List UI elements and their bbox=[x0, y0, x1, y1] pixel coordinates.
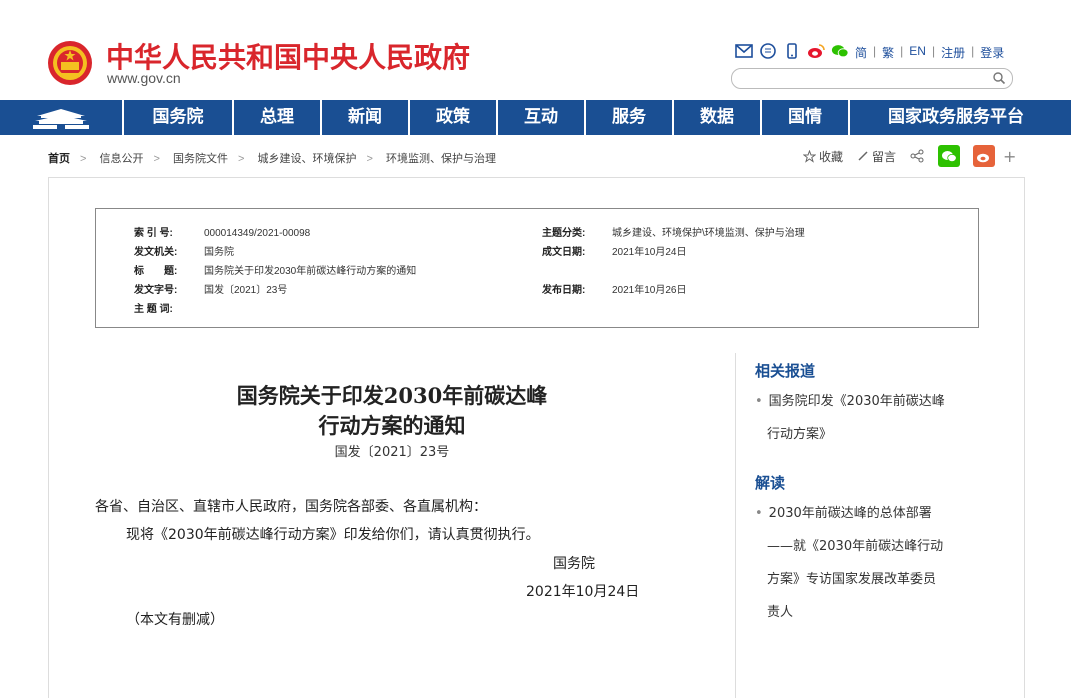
link-english[interactable]: EN bbox=[909, 44, 926, 61]
article-salutation: 各省、自治区、直辖市人民政府，国务院各部委、各直属机构： bbox=[95, 499, 487, 515]
search-input[interactable] bbox=[742, 71, 996, 91]
article-title-line1: 国务院关于印发2030年前碳达峰 bbox=[236, 383, 548, 408]
meta-published-value: 2021年10月26日 bbox=[612, 285, 687, 296]
meta-issuer-label: 发文机关: bbox=[134, 247, 178, 258]
related-link[interactable]: • 国务院印发《2030年前碳达峰 行动方案》 bbox=[755, 385, 985, 451]
meta-category-label: 主题分类: bbox=[542, 228, 586, 239]
related-link-line2: 行动方案》 bbox=[767, 427, 833, 442]
more-share-button[interactable]: + bbox=[1003, 147, 1016, 166]
link-traditional[interactable]: 繁 bbox=[882, 44, 894, 61]
main-nav: 国务院 总理 新闻 政策 互动 服务 数据 国情 国家政务服务平台 bbox=[0, 100, 1071, 135]
mail-icon[interactable] bbox=[735, 42, 753, 60]
breadcrumb-state-council-docs[interactable]: 国务院文件 bbox=[173, 153, 228, 165]
meta-index-label: 索 引 号: bbox=[134, 228, 173, 239]
national-emblem-icon bbox=[48, 41, 92, 85]
share-icon bbox=[910, 149, 924, 163]
mobile-icon[interactable] bbox=[783, 42, 801, 60]
meta-docno-value: 国发〔2021〕23号 bbox=[204, 285, 288, 296]
nav-home[interactable] bbox=[0, 100, 124, 135]
nav-news[interactable]: 新闻 bbox=[322, 100, 410, 135]
meta-index-value: 000014349/2021-00098 bbox=[204, 228, 311, 239]
meta-created-label: 成文日期: bbox=[542, 247, 586, 258]
site-url[interactable]: www.gov.cn bbox=[107, 70, 181, 86]
interp-line1: 2030年前碳达峰的总体部署 bbox=[768, 506, 932, 521]
link-register[interactable]: 注册 bbox=[941, 44, 965, 61]
weibo-icon[interactable] bbox=[807, 42, 825, 60]
breadcrumb-env-monitoring[interactable]: 环境监测、保护与治理 bbox=[386, 153, 496, 165]
meta-created-value: 2021年10月24日 bbox=[612, 247, 687, 258]
document-metadata: 索 引 号: 000014349/2021-00098 主题分类: 城乡建设、环境保… bbox=[95, 208, 979, 328]
meta-keywords-label: 主 题 词: bbox=[134, 304, 173, 315]
star-icon bbox=[803, 149, 816, 163]
breadcrumb-info-disclosure[interactable]: 信息公开 bbox=[100, 153, 144, 165]
nav-national-info[interactable]: 国情 bbox=[762, 100, 850, 135]
share-button[interactable] bbox=[910, 149, 924, 163]
interp-line2: ——就《2030年前碳达峰行动 bbox=[767, 539, 944, 554]
site-header: 中华人民共和国中央人民政府 www.gov.cn 简 | 繁 | EN | 注册 | 登… bbox=[0, 0, 1071, 100]
search-box bbox=[731, 68, 1013, 91]
related-heading: 相关报道 bbox=[755, 362, 816, 380]
wechat-share-button[interactable] bbox=[938, 145, 961, 167]
breadcrumb-home[interactable]: 首页 bbox=[48, 153, 70, 165]
nav-services[interactable]: 服务 bbox=[586, 100, 674, 135]
meta-category-value: 城乡建设、环境保护\环境监测、保护与治理 bbox=[612, 228, 805, 239]
article-title-line2: 行动方案的通知 bbox=[318, 413, 466, 438]
message-icon[interactable] bbox=[759, 42, 777, 60]
pen-icon bbox=[858, 151, 868, 161]
breadcrumb: 首页 > 信息公开 > 国务院文件 > 城乡建设、环境保护 > 环境监测、保护与治理 bbox=[48, 153, 496, 165]
breadcrumb-urban-env[interactable]: 城乡建设、环境保护 bbox=[258, 153, 357, 165]
nav-interaction[interactable]: 互动 bbox=[498, 100, 586, 135]
weibo-icon bbox=[977, 153, 990, 162]
nav-data[interactable]: 数据 bbox=[674, 100, 762, 135]
nav-policy[interactable]: 政策 bbox=[410, 100, 498, 135]
article-main: 国务院关于印发2030年前碳达峰 行动方案的通知 国发〔2021〕23号 各省、… bbox=[49, 353, 736, 698]
interp-line3: 方案》专访国家发展改革委员 bbox=[767, 572, 937, 587]
meta-title-value: 国务院关于印发2030年前碳达峰行动方案的通知 bbox=[204, 266, 417, 277]
share-icons bbox=[735, 42, 849, 60]
nav-gov-service-platform[interactable]: 国家政务服务平台 bbox=[850, 100, 1062, 135]
interp-line4: 责人 bbox=[767, 605, 794, 620]
nav-state-council[interactable]: 国务院 bbox=[124, 100, 234, 135]
meta-issuer-value: 国务院 bbox=[204, 247, 234, 258]
related-link-line1: 国务院印发《2030年前碳达峰 bbox=[768, 394, 945, 409]
interpretation-heading: 解读 bbox=[755, 474, 786, 492]
weibo-share-button[interactable] bbox=[973, 145, 996, 167]
article-paragraph: 现将《2030年前碳达峰行动方案》印发给你们，请认真贯彻执行。 bbox=[126, 527, 540, 543]
article-signature: 国务院 bbox=[553, 556, 595, 572]
article-note: （本文有删减） bbox=[126, 612, 224, 628]
top-links: 简 | 繁 | EN | 注册 | 登录 bbox=[855, 44, 1005, 61]
meta-title-label: 标 题: bbox=[134, 266, 178, 277]
link-simplified[interactable]: 简 bbox=[855, 44, 867, 61]
meta-docno-label: 发文字号: bbox=[134, 285, 178, 296]
favorite-label: 收藏 bbox=[819, 149, 844, 164]
link-login[interactable]: 登录 bbox=[980, 44, 1004, 61]
tiananmen-icon bbox=[33, 108, 89, 129]
wechat-icon bbox=[942, 150, 957, 162]
article-date: 2021年10月24日 bbox=[526, 584, 640, 600]
content-panel: 索 引 号: 000014349/2021-00098 主题分类: 城乡建设、环境保… bbox=[48, 177, 1025, 698]
wechat-icon[interactable] bbox=[831, 42, 849, 60]
search-icon[interactable] bbox=[992, 71, 1006, 85]
article-doc-number: 国发〔2021〕23号 bbox=[334, 445, 450, 460]
nav-premier[interactable]: 总理 bbox=[234, 100, 322, 135]
article-tools: 收藏 留言 + bbox=[803, 145, 1016, 167]
meta-published-label: 发布日期: bbox=[542, 285, 586, 296]
comment-label: 留言 bbox=[872, 149, 897, 164]
interpretation-link[interactable]: • 2030年前碳达峰的总体部署 ——就《2030年前碳达峰行动 方案》专访国家发… bbox=[755, 497, 985, 629]
favorite-button[interactable]: 收藏 bbox=[803, 148, 843, 165]
comment-button[interactable]: 留言 bbox=[857, 148, 896, 165]
